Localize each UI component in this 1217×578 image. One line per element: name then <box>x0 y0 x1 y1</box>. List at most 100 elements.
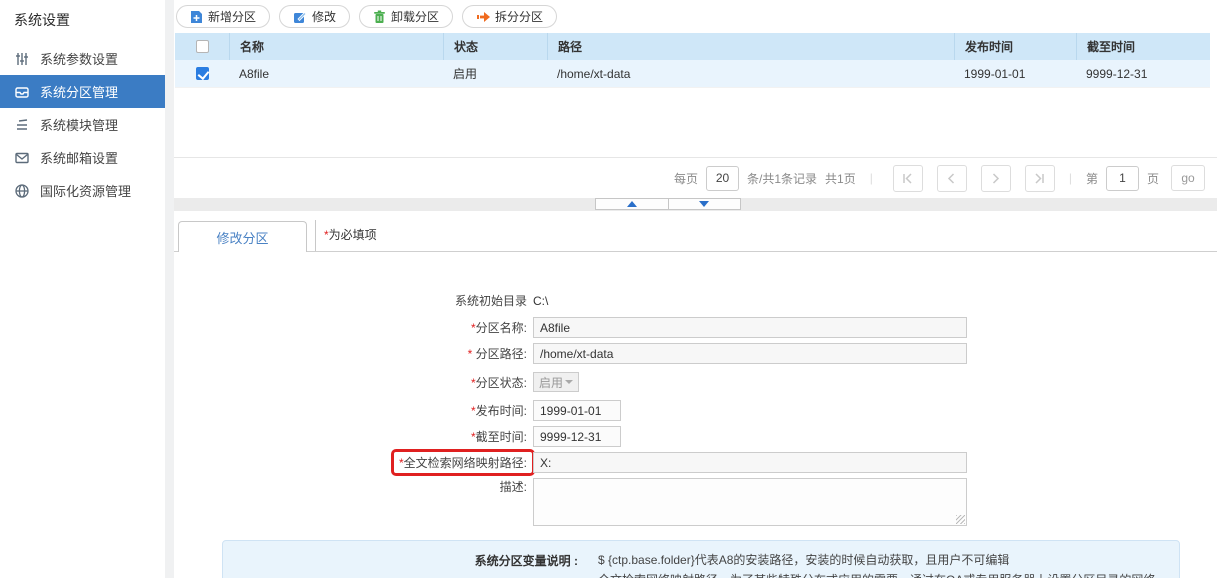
fulltext-mapping-path-input[interactable] <box>533 452 967 473</box>
partition-icon <box>14 83 31 100</box>
prev-page-button[interactable] <box>936 164 967 192</box>
sidebar-item-system-params[interactable]: 系统参数设置 <box>0 42 165 75</box>
triangle-up-icon <box>626 201 637 207</box>
partition-name-input[interactable] <box>533 317 967 338</box>
publish-time-input[interactable] <box>533 400 621 421</box>
edit-partition-panel: 修改分区 *为必填项 系统初始目录 C:\ *分区名称: * 分区路径: <box>174 211 1217 578</box>
last-page-button[interactable] <box>1024 164 1055 192</box>
red-highlight-box: *全文检索网络映射路径: <box>390 449 535 476</box>
partition-status-select[interactable]: 启用 <box>533 372 579 392</box>
column-header-name: 名称 <box>229 33 443 60</box>
app-window: 系统设置 系统参数设置 系统分区管理 系统模块管理 系统邮箱设置 国际化资源管理… <box>0 0 1217 578</box>
cell-path: /home/xt-data <box>557 66 631 81</box>
sidebar-item-system-modules[interactable]: 系统模块管理 <box>0 108 165 141</box>
total-pages-label: 共1页 <box>825 171 856 186</box>
per-page-label: 每页 <box>674 171 699 186</box>
cell-name: A8file <box>239 66 270 81</box>
sidebar-item-label: 系统邮箱设置 <box>40 151 119 166</box>
modify-button[interactable]: 修改 <box>279 5 351 28</box>
pagination-bar: 每页 条/共1条记录 共1页 | | 第 页 go <box>174 157 1217 198</box>
mail-icon <box>14 149 31 166</box>
partition-status-label: *分区状态: <box>470 375 527 390</box>
page-prefix-label: 第 <box>1085 171 1098 186</box>
sidebar-item-label: 国际化资源管理 <box>40 184 132 199</box>
add-partition-button[interactable]: 新增分区 <box>176 5 271 28</box>
splitter-control <box>595 198 741 210</box>
sliders-icon <box>14 50 31 67</box>
button-label: 卸载分区 <box>391 10 440 24</box>
tab-strip: 修改分区 *为必填项 <box>174 211 1217 252</box>
partition-form: 系统初始目录 C:\ *分区名称: * 分区路径: *分区状态: 启用 <box>174 292 1217 526</box>
per-page-input[interactable] <box>706 165 740 191</box>
variable-note-text: $ {ctp.base.folder}代表A8的安装路径，安装的时候自动获取，且… <box>598 553 1010 567</box>
select-all-checkbox[interactable] <box>195 40 209 53</box>
separator: | <box>869 171 873 185</box>
trash-icon <box>373 10 386 24</box>
column-header-publish-time: 发布时间 <box>954 33 1076 60</box>
sidebar-divider <box>165 0 174 578</box>
sidebar-item-label: 系统分区管理 <box>40 85 119 100</box>
main-area: 新增分区 修改 卸载分区 拆分分区 名称 状态 路径 发布时间 截至时间 A8f… <box>174 0 1217 578</box>
init-dir-label: 系统初始目录 <box>454 294 527 308</box>
partition-path-input[interactable] <box>533 343 967 364</box>
column-header-status: 状态 <box>443 33 547 60</box>
first-page-button[interactable] <box>892 164 923 192</box>
sidebar-item-label: 系统模块管理 <box>40 118 119 133</box>
page-suffix-label: 页 <box>1146 171 1159 186</box>
sidebar-item-label: 系统参数设置 <box>40 52 119 67</box>
until-time-input[interactable] <box>533 426 621 447</box>
column-header-until-time: 截至时间 <box>1076 33 1210 60</box>
edit-icon <box>293 10 307 24</box>
sidebar-title: 系统设置 <box>14 12 70 28</box>
collapse-down-button[interactable] <box>667 199 741 209</box>
panel-splitter <box>174 198 1217 211</box>
row-checkbox[interactable] <box>195 67 209 80</box>
toolbar: 新增分区 修改 卸载分区 拆分分区 <box>174 0 1217 33</box>
button-label: 新增分区 <box>208 10 257 24</box>
go-button[interactable]: go <box>1171 165 1205 191</box>
tab-label: 修改分区 <box>216 230 269 246</box>
required-note: *为必填项 <box>315 220 377 251</box>
info-row: 全文检索网络映射路径说明 : 全文检索网络映射路径，为了某些特殊分布式应用的需要… <box>223 572 1161 578</box>
cell-until-time: 9999-12-31 <box>1086 66 1148 81</box>
sidebar: 系统设置 系统参数设置 系统分区管理 系统模块管理 系统邮箱设置 国际化资源管理 <box>0 0 165 578</box>
until-time-label: *截至时间: <box>470 430 527 444</box>
info-box: 系统分区变量说明 : $ {ctp.base.folder}代表A8的安装路径，… <box>222 540 1180 578</box>
selected-option: 启用 <box>539 375 564 390</box>
partition-table: 名称 状态 路径 发布时间 截至时间 A8file 启用 /home/xt-da… <box>175 33 1210 88</box>
collapse-up-button[interactable] <box>596 199 668 209</box>
split-icon <box>476 11 491 23</box>
triangle-down-icon <box>699 201 710 207</box>
partition-name-label: *分区名称: <box>470 321 527 335</box>
add-partition-icon <box>190 10 203 24</box>
button-label: 修改 <box>312 10 337 24</box>
cell-publish-time: 1999-01-01 <box>964 66 1026 81</box>
page-number-input[interactable] <box>1105 165 1139 191</box>
sidebar-item-system-partition[interactable]: 系统分区管理 <box>0 75 165 108</box>
separator: | <box>1068 171 1072 185</box>
description-textarea[interactable] <box>533 478 967 526</box>
publish-time-label: *发布时间: <box>470 404 527 418</box>
mapping-note-text: 全文检索网络映射路径，为了某些特殊分布式应用的需要，通过在OA或专用服务器上设置… <box>598 572 1158 578</box>
globe-icon <box>14 182 31 199</box>
table-header-row: 名称 状态 路径 发布时间 截至时间 <box>175 33 1210 60</box>
partition-path-label: * 分区路径: <box>467 347 527 361</box>
sidebar-item-i18n-resources[interactable]: 国际化资源管理 <box>0 174 165 207</box>
button-label: 拆分分区 <box>495 10 544 24</box>
split-partition-button[interactable]: 拆分分区 <box>462 5 558 28</box>
description-label: 描述: <box>499 480 527 494</box>
info-row: 系统分区变量说明 : $ {ctp.base.folder}代表A8的安装路径，… <box>223 552 1161 569</box>
next-page-button[interactable] <box>980 164 1011 192</box>
chevron-down-icon <box>565 380 573 384</box>
cell-status: 启用 <box>453 67 478 81</box>
records-label: 条/共1条记录 <box>747 171 818 186</box>
fulltext-mapping-path-label: *全文检索网络映射路径: <box>174 449 535 476</box>
tab-modify-partition[interactable]: 修改分区 <box>178 221 307 252</box>
sidebar-item-system-mail[interactable]: 系统邮箱设置 <box>0 141 165 174</box>
variable-note-label: 系统分区变量说明 : <box>474 554 578 568</box>
table-row[interactable]: A8file 启用 /home/xt-data 1999-01-01 9999-… <box>175 60 1210 88</box>
column-header-path: 路径 <box>547 33 954 60</box>
unload-partition-button[interactable]: 卸载分区 <box>359 5 454 28</box>
init-dir-value: C:\ <box>533 293 549 308</box>
modules-icon <box>14 116 31 133</box>
